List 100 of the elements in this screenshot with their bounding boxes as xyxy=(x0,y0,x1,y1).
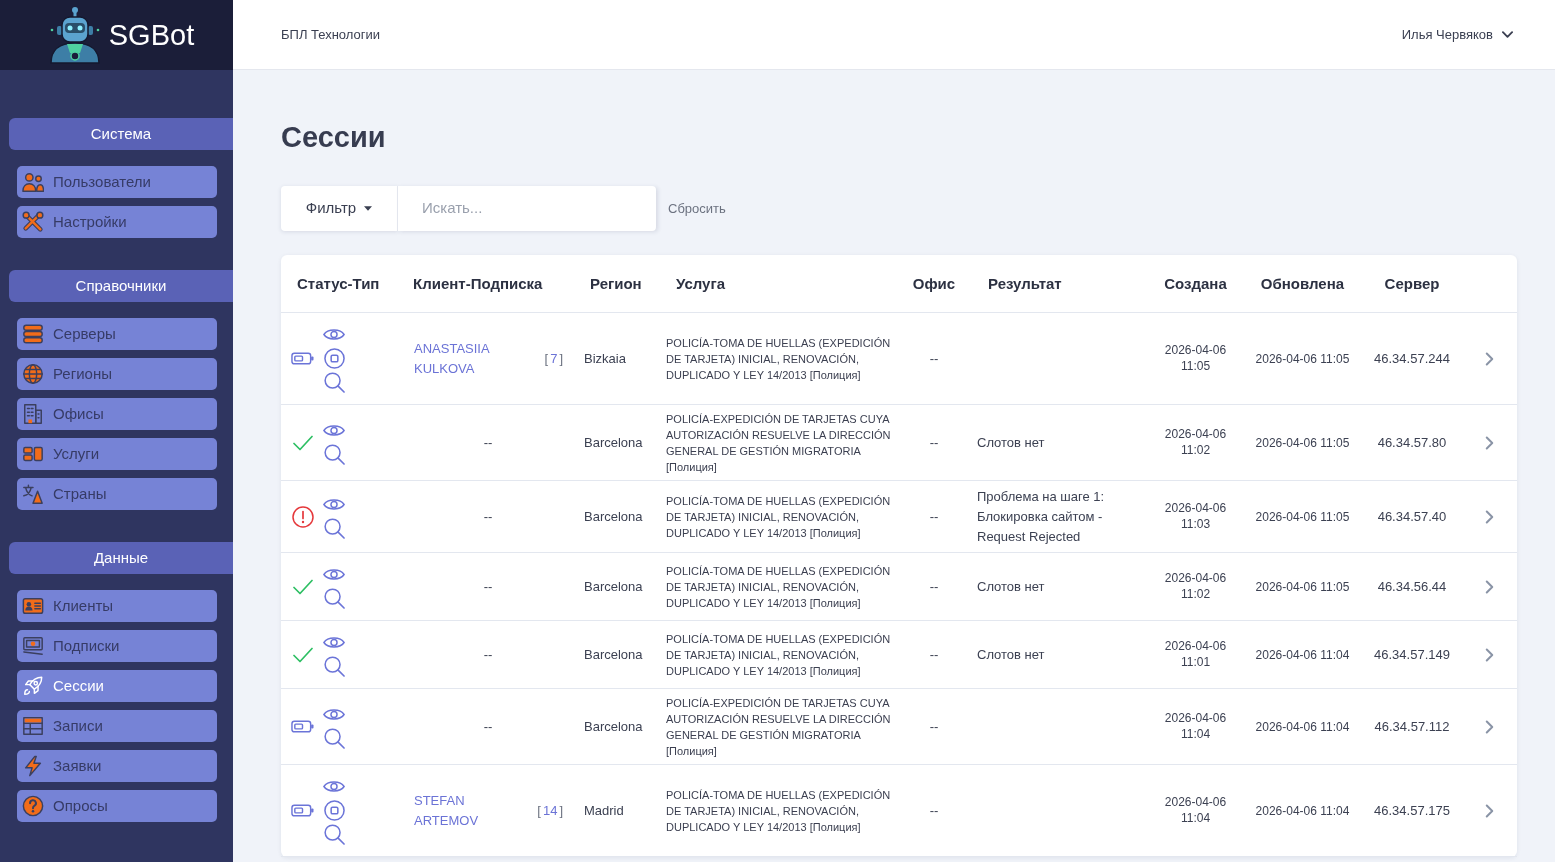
created-date: 2026-04-06 11:02 xyxy=(1163,569,1228,602)
server-address: 46.34.57.244 xyxy=(1374,350,1450,366)
client-name-link[interactable]: ANASTASIIA KULKOVA xyxy=(414,338,514,379)
region-text: Bizkaia xyxy=(583,349,627,368)
created-date: 2026-04-06 11:04 xyxy=(1163,709,1228,742)
sidebar-item[interactable]: Настройки xyxy=(17,206,217,238)
eye-icon[interactable] xyxy=(323,423,345,438)
region-text: Madrid xyxy=(583,801,625,820)
updated-date: 2026-04-06 11:04 xyxy=(1255,803,1350,818)
page-title: Сессии xyxy=(281,120,387,154)
service-text: POLICÍA-TOMA DE HUELLAS (EXPEDICIÓN DE TARJETA) INICIAL, RENOVACIÓN, DUPLICADO Y LEY 14/2013 [Полиция] xyxy=(665,631,892,679)
column-header: Услуга xyxy=(676,274,725,294)
sidebar-item[interactable]: Пользователи xyxy=(17,166,217,198)
stop-icon[interactable] xyxy=(323,348,345,369)
chevron-right-icon[interactable] xyxy=(1485,648,1494,663)
caret-icon xyxy=(364,206,373,211)
office-text: -- xyxy=(929,802,939,818)
created-date: 2026-04-06 11:02 xyxy=(1163,425,1228,458)
service-text: POLICÍA-EXPEDICIÓN DE TARJETAS CUYA AUTORIZACIÓN RESUELVE LA DIRECCIÓN GENERAL DE GESTIÓN MIGRATORIA [Полиция] xyxy=(665,411,892,475)
chevron-right-icon[interactable] xyxy=(1485,580,1494,595)
subscription-link[interactable]: [14] xyxy=(535,800,565,821)
sidebar-item[interactable]: Клиенты xyxy=(17,590,217,622)
id-card-icon xyxy=(22,595,44,617)
user-menu-button[interactable]: Илья Червяков xyxy=(1401,24,1513,45)
server-address: 46.34.57.149 xyxy=(1374,646,1450,662)
sidebar-item[interactable]: Страны xyxy=(17,478,217,510)
translate-icon xyxy=(22,483,44,505)
server-address: 46.34.57.40 xyxy=(1377,508,1447,524)
region-text: Barcelona xyxy=(583,645,644,664)
empty-client-text: -- xyxy=(482,433,494,452)
sidebar-item[interactable]: Подписки xyxy=(17,630,217,662)
result-text: Слотов нет xyxy=(976,577,1046,596)
column-header: Регион xyxy=(590,274,642,294)
lightning-icon xyxy=(22,755,44,777)
chevron-right-icon[interactable] xyxy=(1485,510,1494,525)
chevron-down-icon xyxy=(1502,31,1513,38)
stop-icon[interactable] xyxy=(323,800,345,821)
region-text: Barcelona xyxy=(583,433,644,452)
eye-icon[interactable] xyxy=(323,707,345,722)
created-date: 2026-04-06 11:01 xyxy=(1163,637,1228,670)
result-text: Слотов нет xyxy=(976,645,1046,664)
sidebar-item[interactable]: Услуги xyxy=(17,438,217,470)
search-icon[interactable] xyxy=(323,824,345,845)
company-name: БПЛ Технологии xyxy=(281,25,381,44)
search-icon[interactable] xyxy=(323,656,345,677)
office-text: -- xyxy=(929,646,939,662)
updated-date: 2026-04-06 11:04 xyxy=(1255,647,1350,662)
office-text: -- xyxy=(929,508,939,524)
rocket-icon xyxy=(22,675,44,697)
service-text: POLICÍA-TOMA DE HUELLAS (EXPEDICIÓN DE TARJETA) INICIAL, RENOVACIÓN, DUPLICADO Y LEY 14/2013 [Полиция] xyxy=(665,787,892,835)
eye-icon[interactable] xyxy=(323,567,345,582)
search-icon[interactable] xyxy=(323,444,345,465)
subscription-link[interactable]: [7] xyxy=(542,348,565,369)
reset-link[interactable]: Сбросить xyxy=(668,198,726,219)
tools-icon xyxy=(22,211,44,233)
chevron-right-icon[interactable] xyxy=(1485,804,1494,819)
search-icon[interactable] xyxy=(323,372,345,393)
client-name-link[interactable]: STEFAN ARTEMOV xyxy=(414,790,514,831)
chevron-right-icon[interactable] xyxy=(1485,436,1494,451)
sidebar-section-header: Система xyxy=(9,118,233,150)
created-date: 2026-04-06 11:05 xyxy=(1163,341,1228,374)
eye-icon[interactable] xyxy=(323,635,345,650)
chevron-right-icon[interactable] xyxy=(1485,352,1494,367)
sidebar-item[interactable]: Опросы xyxy=(17,790,217,822)
sidebar-item[interactable]: Заявки xyxy=(17,750,217,782)
result-text: Слотов нет xyxy=(976,433,1046,452)
sidebar-item[interactable]: Серверы xyxy=(17,318,217,350)
sidebar-item[interactable]: Регионы xyxy=(17,358,217,390)
column-header: Результат xyxy=(988,274,1062,294)
column-header: Создана xyxy=(1164,274,1227,294)
region-text: Barcelona xyxy=(583,717,644,736)
sidebar-item[interactable]: Записи xyxy=(17,710,217,742)
region-text: Barcelona xyxy=(583,577,644,596)
result-text: Проблема на шаге 1: Блокировка сайтом - Request Rejected xyxy=(976,487,1106,546)
filter-button[interactable]: Фильтр xyxy=(281,186,398,231)
search-icon[interactable] xyxy=(323,728,345,749)
column-header: Статус-Тип xyxy=(297,274,380,294)
chevron-right-icon[interactable] xyxy=(1485,720,1494,735)
service-text: POLICÍA-EXPEDICIÓN DE TARJETAS CUYA AUTORIZACIÓN RESUELVE LA DIRECCIÓN GENERAL DE GESTIÓN MIGRATORIA [Полиция] xyxy=(665,695,892,759)
sidebar-item[interactable]: Офисы xyxy=(17,398,217,430)
column-header: Сервер xyxy=(1384,274,1440,294)
office-text: -- xyxy=(929,434,939,450)
server-address: 46.34.57.112 xyxy=(1374,718,1450,734)
sidebar-item[interactable]: Сессии xyxy=(17,670,217,702)
empty-client-text: -- xyxy=(482,717,494,736)
globe-icon xyxy=(22,363,44,385)
empty-client-text: -- xyxy=(482,577,494,596)
search-icon[interactable] xyxy=(323,518,345,539)
service-text: POLICÍA-TOMA DE HUELLAS (EXPEDICIÓN DE TARJETA) INICIAL, RENOVACIÓN, DUPLICADO Y LEY 14/2013 [Полиция] xyxy=(665,493,892,541)
empty-client-text: -- xyxy=(482,645,494,664)
table-icon xyxy=(22,715,44,737)
banknote-icon xyxy=(22,635,44,657)
eye-icon[interactable] xyxy=(323,327,345,342)
eye-icon[interactable] xyxy=(323,497,345,512)
service-text: POLICÍA-TOMA DE HUELLAS (EXPEDICIÓN DE TARJETA) INICIAL, RENOVACIÓN, DUPLICADO Y LEY 14/2013 [Полиция] xyxy=(665,335,892,383)
search-field[interactable]: Искать... xyxy=(398,186,656,231)
building-icon xyxy=(22,403,44,425)
eye-icon[interactable] xyxy=(323,779,345,794)
search-icon[interactable] xyxy=(323,588,345,609)
updated-date: 2026-04-06 11:04 xyxy=(1255,719,1350,734)
